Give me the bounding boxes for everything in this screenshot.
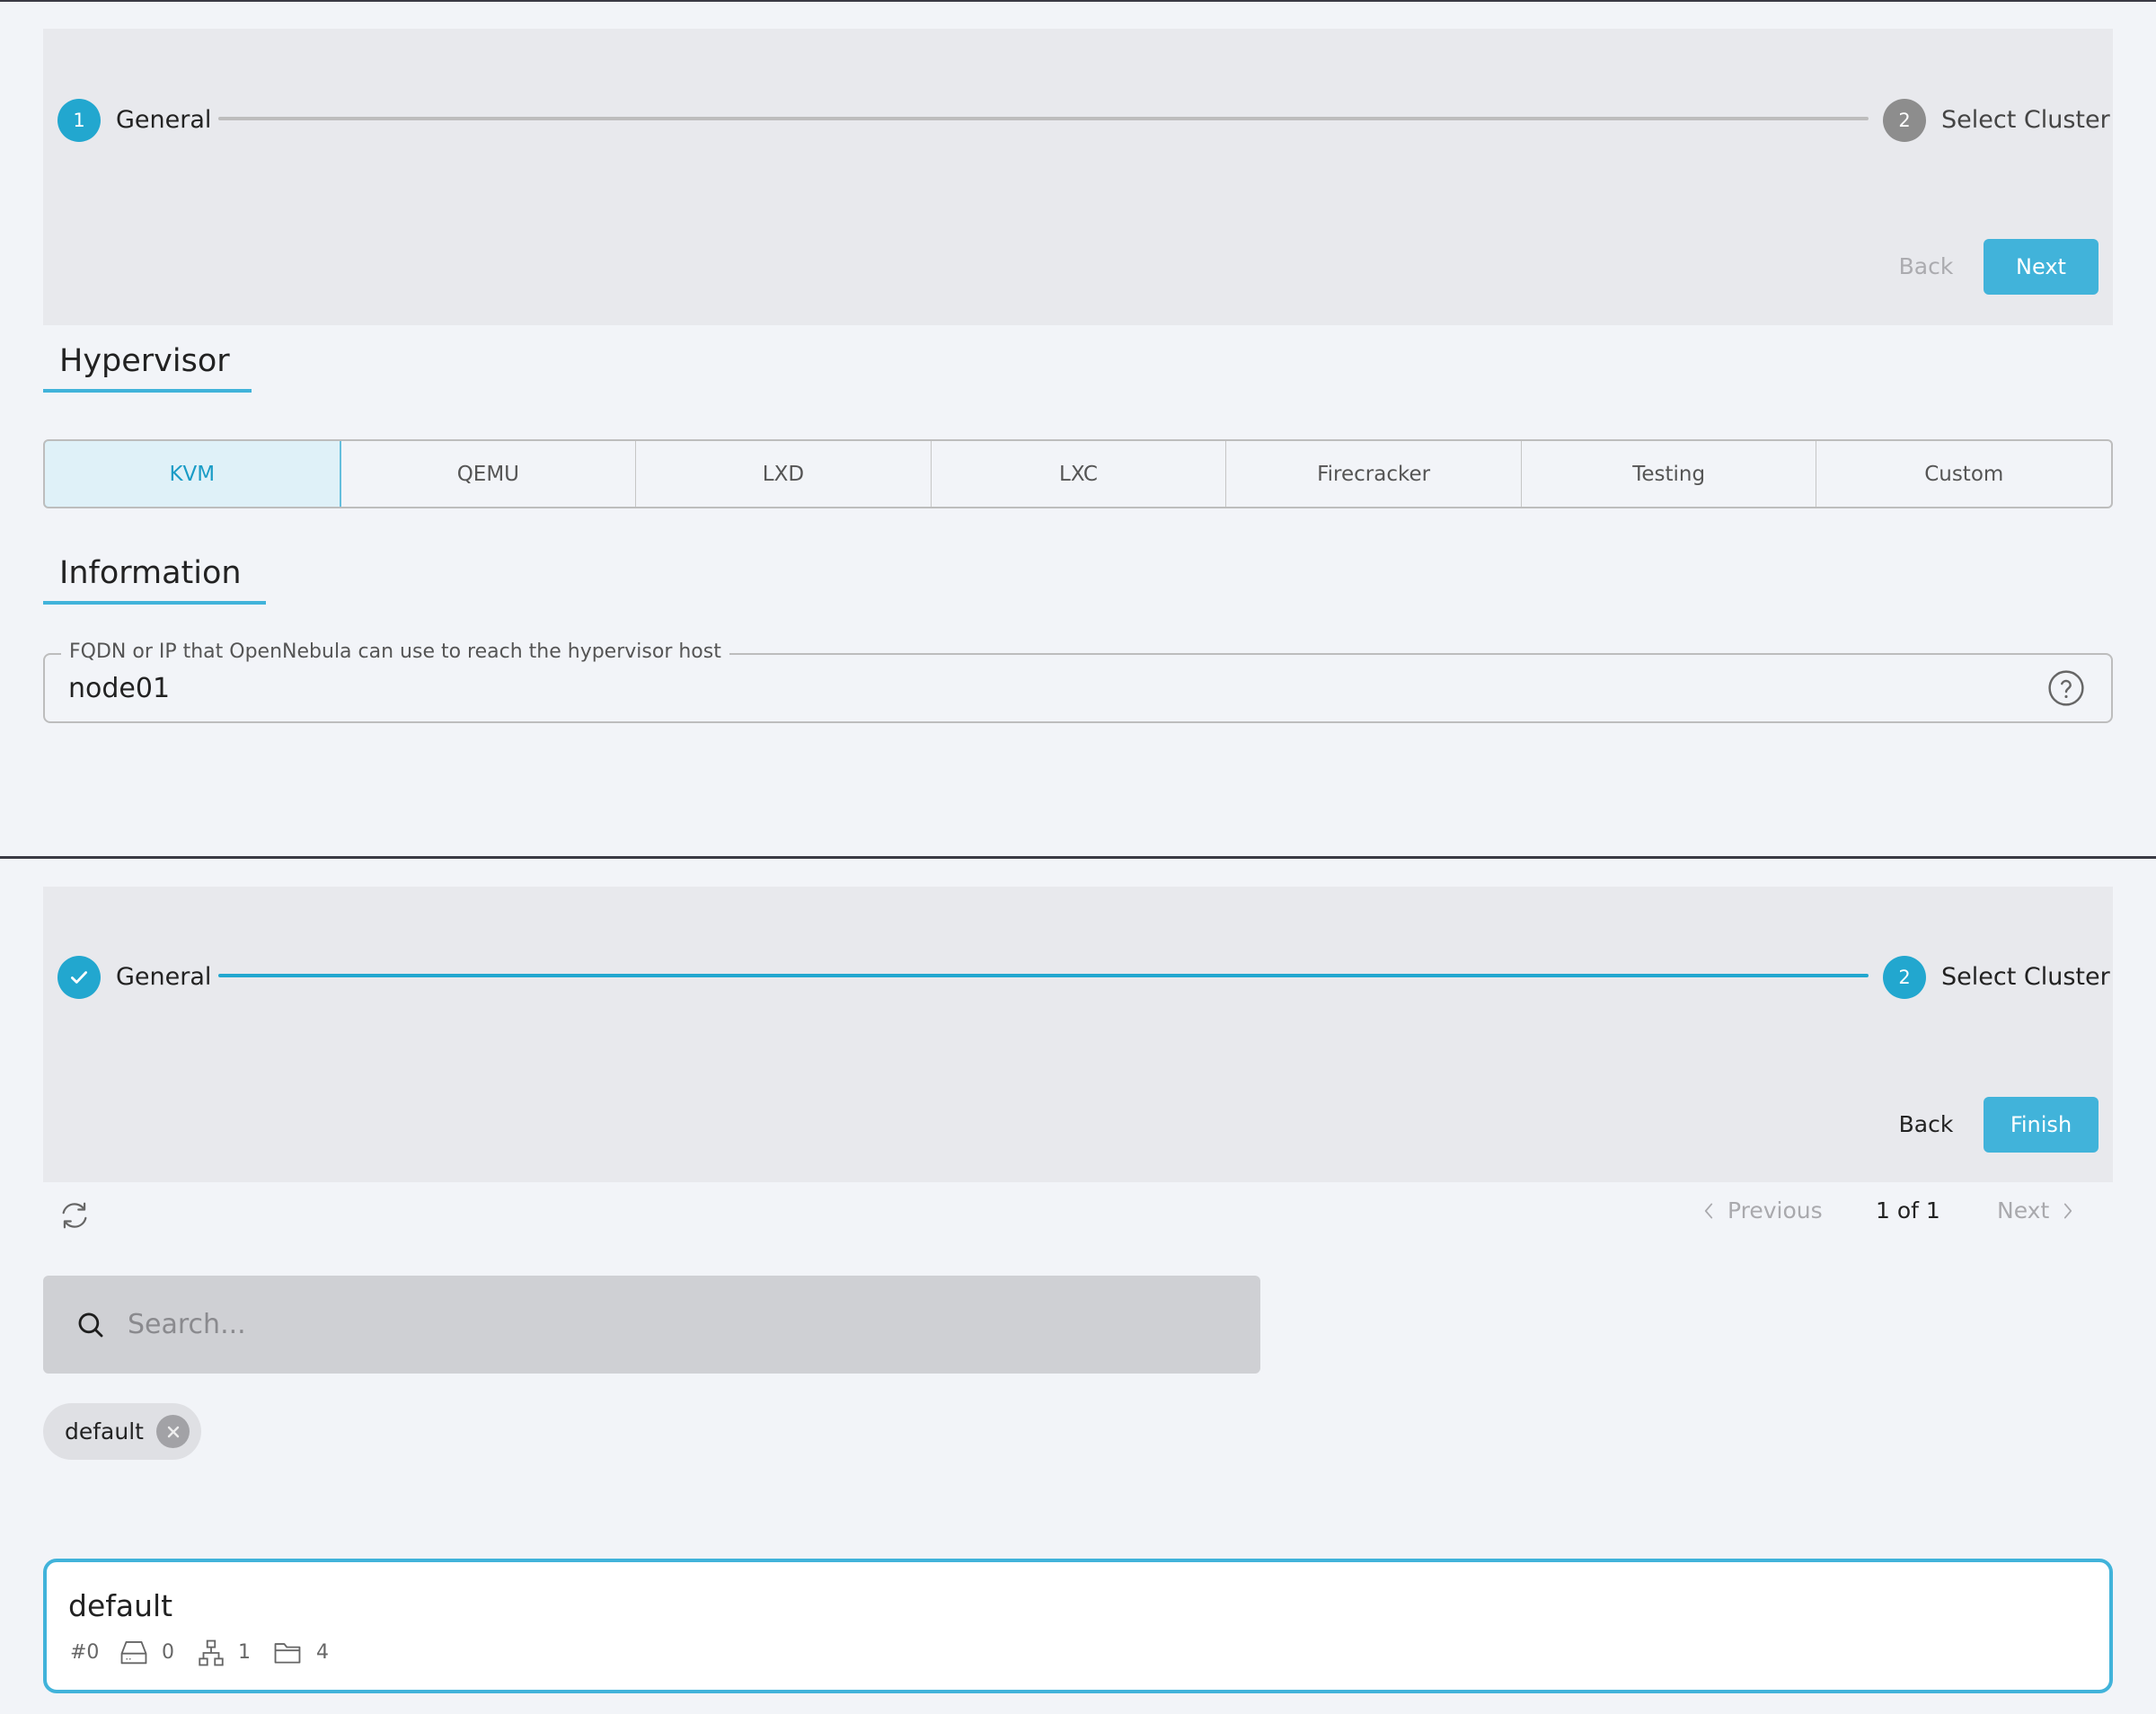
- back-button-disabled[interactable]: Back: [1886, 252, 1966, 282]
- step-connector-completed: [218, 974, 1869, 977]
- step-2-number: 2: [1898, 110, 1911, 131]
- host-icon: [120, 1641, 147, 1665]
- pagination-previous-label: Previous: [1727, 1197, 1823, 1224]
- help-circle-icon[interactable]: [2047, 669, 2085, 707]
- hypervisor-option-firecracker[interactable]: Firecracker: [1226, 441, 1522, 507]
- finish-button[interactable]: Finish: [1984, 1097, 2099, 1153]
- step-2-label: Select Cluster: [1941, 106, 2110, 134]
- pagination-page-indicator: 1 of 1: [1876, 1197, 1940, 1224]
- filter-chip[interactable]: default: [43, 1403, 201, 1460]
- step-2-active-indicator: 2: [1883, 956, 1926, 999]
- step-2-indicator: 2: [1883, 99, 1926, 142]
- search-icon: [78, 1312, 103, 1338]
- step-2-number-active: 2: [1898, 967, 1911, 988]
- hypervisor-option-kvm[interactable]: KVM: [45, 441, 341, 507]
- step-1-label: General: [116, 106, 212, 134]
- pagination-previous[interactable]: Previous: [1701, 1196, 1823, 1226]
- chevron-left-icon: [1704, 1203, 1713, 1219]
- refresh-icon[interactable]: [57, 1198, 92, 1232]
- hypervisor-option-qemu[interactable]: QEMU: [341, 441, 637, 507]
- chevron-right-icon: [2064, 1203, 2072, 1219]
- screen-divider: [0, 856, 2156, 859]
- network-icon: [199, 1639, 224, 1666]
- cluster-id: #0: [70, 1641, 100, 1664]
- hypervisor-option-custom[interactable]: Custom: [1816, 441, 2111, 507]
- step-connector: [218, 117, 1869, 120]
- hypervisor-option-lxd[interactable]: LXD: [636, 441, 932, 507]
- hypervisor-toggle-group: KVM QEMU LXD LXC Firecracker Testing Cus…: [43, 439, 2113, 508]
- pagination-next[interactable]: Next: [1997, 1196, 2076, 1226]
- hypervisor-title-underline: [43, 389, 252, 393]
- cluster-card-selected[interactable]: [43, 1559, 2113, 1693]
- back-button[interactable]: Back: [1886, 1109, 1966, 1140]
- search-input[interactable]: [128, 1301, 1206, 1347]
- step-1-label-completed: General: [116, 963, 212, 991]
- hostname-field-value[interactable]: node01: [68, 672, 170, 706]
- step-2-label-active: Select Cluster: [1941, 963, 2110, 991]
- folder-icon: [274, 1643, 301, 1664]
- hostname-field-label: FQDN or IP that OpenNebula can use to re…: [61, 640, 729, 665]
- information-section-title: Information: [59, 555, 242, 591]
- cluster-name: default: [68, 1588, 173, 1623]
- hypervisor-section-title: Hypervisor: [59, 343, 230, 379]
- step-1-number: 1: [73, 110, 85, 131]
- cluster-datastores-count: 4: [316, 1641, 329, 1664]
- step-1-completed-indicator: [57, 956, 101, 999]
- next-button[interactable]: Next: [1984, 239, 2099, 295]
- stepper-panel-bottom: [43, 887, 2113, 1182]
- hypervisor-option-testing[interactable]: Testing: [1522, 441, 1817, 507]
- cluster-hosts-count: 0: [162, 1641, 174, 1664]
- hypervisor-option-lxc[interactable]: LXC: [932, 441, 1227, 507]
- pagination-next-label: Next: [1997, 1197, 2050, 1224]
- step-1-indicator: 1: [57, 99, 101, 142]
- chip-remove-button[interactable]: [156, 1415, 190, 1448]
- check-icon: [71, 971, 87, 984]
- filter-chip-label: default: [65, 1418, 144, 1445]
- information-title-underline: [43, 601, 266, 605]
- stepper-panel-top: [43, 29, 2113, 325]
- cluster-vnets-count: 1: [238, 1641, 251, 1664]
- window-top-border: [0, 0, 2156, 2]
- close-icon: [167, 1426, 179, 1437]
